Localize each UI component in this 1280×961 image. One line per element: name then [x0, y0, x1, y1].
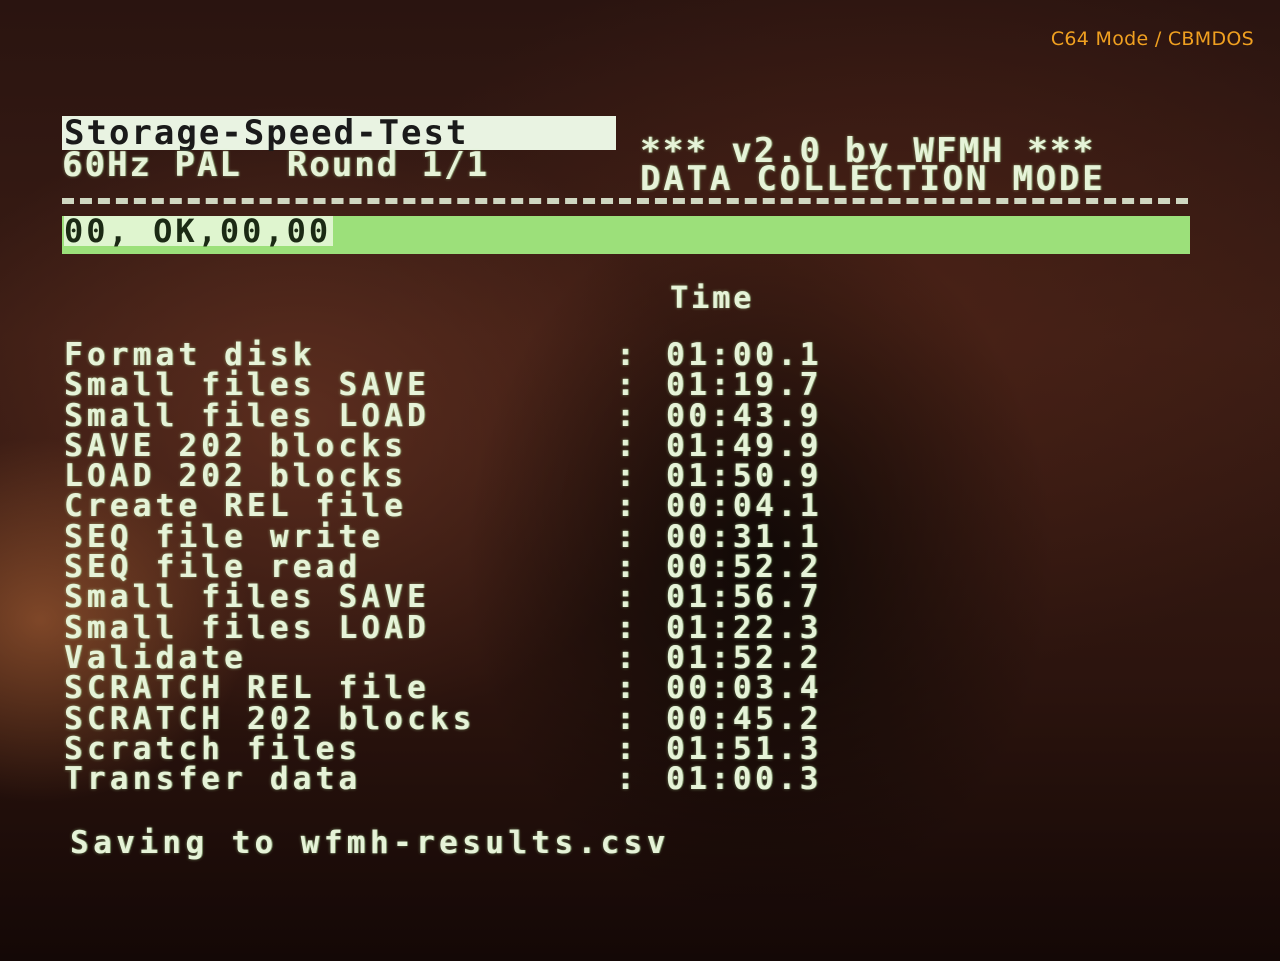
c64-screen: Storage-Speed-Test *** v2.0 by WFMH *** …	[62, 112, 1192, 872]
separator-colon: :	[616, 761, 635, 798]
test-time: 00:04.1	[666, 488, 822, 525]
test-name: SCRATCH REL file	[64, 670, 430, 707]
separator-colon: :	[616, 579, 635, 616]
dashed-divider	[62, 198, 1188, 204]
mode-overlay-label: C64 Mode / CBMDOS	[1050, 28, 1254, 50]
test-time: 01:56.7	[666, 579, 822, 616]
video-mode-and-round: 60Hz PAL Round 1/1	[62, 148, 489, 182]
result-row: Small files LOAD:01:22.3	[64, 612, 964, 643]
drive-status-text: 00, OK,00,00	[64, 212, 334, 250]
result-row: Scratch files:01:51.3	[64, 733, 964, 764]
video-mode: 60Hz PAL	[62, 145, 242, 185]
test-time: 01:00.3	[666, 761, 822, 798]
test-name: Small files SAVE	[64, 367, 430, 404]
test-name: Small files SAVE	[64, 579, 430, 616]
result-row: Small files SAVE:01:56.7	[64, 579, 964, 616]
test-time: 01:19.7	[666, 367, 822, 404]
result-row: SAVE 202 blocks:01:49.9	[64, 430, 964, 461]
result-row: Create REL file:00:04.1	[64, 488, 964, 525]
separator-colon: :	[616, 700, 635, 737]
saving-status: Saving to wfmh-results.csv	[70, 825, 670, 861]
result-row: Format disk:01:00.1	[64, 340, 964, 371]
separator-colon: :	[616, 670, 635, 707]
data-collection-mode: DATA COLLECTION MODE	[640, 159, 1106, 199]
results-list: Format disk:01:00.1 Small files SAVE:01:1…	[64, 340, 964, 798]
time-column-header: Time	[670, 281, 755, 316]
result-row: Small files SAVE:01:19.7	[64, 367, 964, 404]
test-name: Small files LOAD	[64, 397, 430, 434]
separator-colon: :	[616, 488, 635, 525]
result-row: LOAD 202 blocks:01:50.9	[64, 461, 964, 492]
test-time: 00:45.2	[666, 700, 822, 737]
round-counter: Round 1/1	[286, 145, 489, 185]
result-row: SCRATCH 202 blocks:00:45.2	[64, 700, 964, 737]
result-row: SEQ file write:00:31.1	[64, 521, 964, 552]
result-row: Transfer data:01:00.3	[64, 761, 964, 798]
drive-status-bar: 00, OK,00,00	[62, 212, 1190, 254]
result-row: SCRATCH REL file:00:03.4	[64, 670, 964, 707]
separator-colon: :	[616, 367, 635, 404]
test-name: Create REL file	[64, 488, 407, 525]
result-row: SEQ file read:00:52.2	[64, 552, 964, 583]
test-time: 00:43.9	[666, 397, 822, 434]
test-name: SCRATCH 202 blocks	[64, 700, 476, 737]
result-row: Small files LOAD:00:43.9	[64, 397, 964, 434]
test-time: 00:03.4	[666, 670, 822, 707]
test-name: Transfer data	[64, 761, 362, 798]
result-row: Validate:01:52.2	[64, 642, 964, 673]
separator-colon: :	[616, 397, 635, 434]
